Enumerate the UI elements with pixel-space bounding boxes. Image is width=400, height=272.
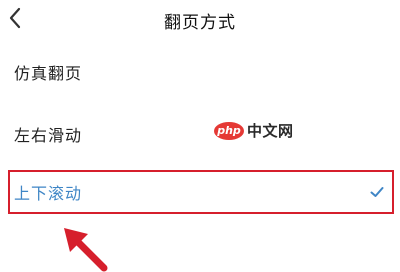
option-label: 仿真翻页 <box>14 64 83 83</box>
option-vertical-scroll[interactable]: 上下滚动 <box>0 170 400 214</box>
option-label: 上下滚动 <box>14 184 83 203</box>
page-title: 翻页方式 <box>164 13 236 33</box>
option-label: 左右滑动 <box>14 126 83 145</box>
option-horizontal-slide[interactable]: 左右滑动 <box>0 112 400 156</box>
pointer-arrow-icon <box>64 228 108 272</box>
header-bar: 翻页方式 <box>0 0 400 38</box>
check-icon <box>370 187 384 197</box>
option-simulated-page-turn[interactable]: 仿真翻页 <box>0 50 400 94</box>
